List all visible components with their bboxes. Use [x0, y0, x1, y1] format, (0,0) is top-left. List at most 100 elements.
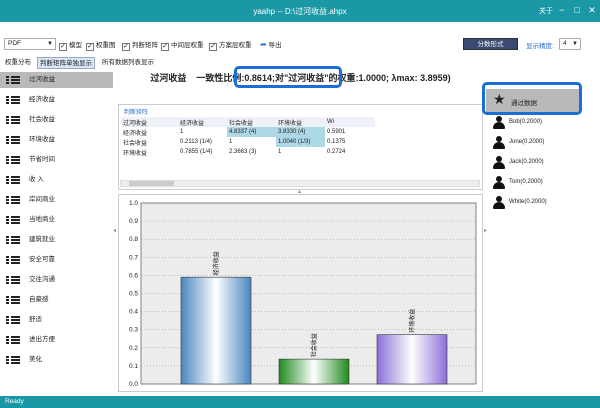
- tab-judgment-matrix-separate[interactable]: 判断矩阵单独显示: [37, 57, 95, 69]
- table-cell: 1: [227, 137, 276, 147]
- y-tick-label: 0.7: [129, 254, 138, 261]
- y-tick-label: 0.3: [129, 327, 138, 334]
- expert-item[interactable]: Bob(0.2000): [493, 115, 589, 131]
- list-icon: [6, 296, 20, 304]
- lambda-text: λmax:: [391, 73, 418, 83]
- format-select[interactable]: PDF ▼: [4, 38, 56, 50]
- list-icon: [6, 276, 20, 284]
- list-icon: [6, 216, 20, 224]
- checkbox-weight-chart[interactable]: ✓ 权重图: [86, 39, 116, 51]
- matrix-horizontal-scrollbar[interactable]: [120, 180, 480, 187]
- nav-item[interactable]: 安全可靠: [0, 252, 113, 268]
- bar: [180, 276, 252, 385]
- checkbox-label: 方案层权重: [219, 42, 252, 49]
- list-icon: [6, 316, 20, 324]
- matrix-title: 判断矩阵: [124, 110, 149, 116]
- nav-item-label: 自豪感: [29, 296, 49, 303]
- table-header-cell: 经济收益: [178, 117, 227, 127]
- expert-item[interactable]: White(0.2000): [493, 195, 589, 211]
- bar-label: 环境收益: [408, 309, 416, 333]
- y-tick-label: 0.8: [129, 236, 138, 243]
- table-cell-editable[interactable]: 3.8330 (4): [276, 127, 325, 137]
- table-cell: 0.5901: [325, 127, 375, 137]
- person-icon-body: [493, 162, 505, 169]
- list-icon: [6, 176, 20, 184]
- nav-item-label: 岸间商业: [29, 196, 55, 203]
- list-icon: [6, 196, 20, 204]
- close-button[interactable]: ✕: [586, 4, 598, 16]
- nav-item[interactable]: 社会收益: [0, 112, 113, 128]
- checkbox-judgment-matrix[interactable]: ✓ 判断矩阵: [122, 39, 158, 51]
- list-icon: [6, 236, 20, 244]
- person-icon-body: [493, 182, 505, 189]
- chevron-down-icon: ▼: [47, 41, 53, 47]
- window-title: yaahp -- D:\过河收益.ahpx: [253, 7, 347, 16]
- expert-label: Bob(0.2000): [509, 119, 543, 125]
- nav-item-label: 进出方便: [29, 336, 55, 343]
- nav-item[interactable]: 舒适: [0, 312, 113, 328]
- list-icon: [6, 96, 20, 104]
- status-bar: Ready: [0, 396, 600, 408]
- export-button[interactable]: ➦ 导出: [260, 39, 282, 49]
- checkbox-middle-weights[interactable]: ✓ 中间层权重: [161, 39, 204, 51]
- scrollbar-thumb[interactable]: [129, 181, 174, 186]
- expert-label: White(0.2000): [509, 199, 547, 205]
- nav-item[interactable]: 岸间商业: [0, 192, 113, 208]
- nav-item[interactable]: 美化: [0, 352, 113, 368]
- table-cell-editable[interactable]: 1.0040 (1/3): [276, 137, 325, 147]
- y-tick-label: 1.0: [129, 200, 138, 207]
- about-menu[interactable]: 关于: [539, 6, 553, 16]
- precision-value: 4: [563, 40, 567, 47]
- nav-item[interactable]: 自豪感: [0, 292, 113, 308]
- precision-label: 显示精度:: [526, 43, 554, 50]
- expert-item[interactable]: Jack(0.2000): [493, 155, 589, 171]
- table-header-row: 过河收益 经济收益 社会收益 环境收益 Wi: [121, 117, 375, 127]
- title-bar: yaahp -- D:\过河收益.ahpx 关于 − □ ✕: [0, 0, 600, 22]
- chevron-down-icon: ▼: [572, 41, 578, 47]
- table-cell: 1: [178, 127, 227, 137]
- checkbox-icon: ✓: [59, 43, 67, 51]
- expert-label: Jone(0.2000): [509, 139, 545, 145]
- nav-item-label: 美化: [29, 356, 42, 363]
- list-icon: [6, 336, 20, 344]
- checkbox-label: 判断矩阵: [132, 42, 158, 49]
- tab-all-data-list[interactable]: 所有数据列表显示: [100, 57, 156, 69]
- nav-item[interactable]: 过河收益: [0, 72, 113, 88]
- expert-item[interactable]: Tom(0.2000): [493, 175, 589, 191]
- precision-select[interactable]: 4 ▼: [559, 38, 581, 50]
- score-form-button[interactable]: 分数形式: [463, 38, 518, 50]
- maximize-button[interactable]: □: [571, 4, 583, 16]
- nav-item[interactable]: 进出方便: [0, 332, 113, 348]
- table-cell: 社会收益: [121, 137, 178, 147]
- table-cell: 0.2724: [325, 147, 375, 157]
- headline-node: 过河收益: [150, 73, 187, 83]
- nav-item[interactable]: 收 入: [0, 172, 113, 188]
- checkbox-scheme-weights[interactable]: ✓ 方案层权重: [209, 39, 252, 51]
- table-cell-editable[interactable]: 4.8337 (4): [227, 127, 276, 137]
- nav-item[interactable]: 交往沟通: [0, 272, 113, 288]
- minimize-button[interactable]: −: [556, 4, 568, 16]
- nav-item[interactable]: 建筑就业: [0, 232, 113, 248]
- expert-item[interactable]: Jone(0.2000): [493, 135, 589, 151]
- table-cell: 0.7855 (1/4): [178, 147, 227, 157]
- tab-weight-distribution[interactable]: 权重分布: [3, 57, 33, 69]
- person-icon-body: [493, 142, 505, 149]
- export-label: 导出: [268, 42, 282, 49]
- nav-item-label: 节省时间: [29, 156, 55, 163]
- table-cell: 经济收益: [121, 127, 178, 137]
- person-icon-body: [493, 202, 505, 209]
- nav-item[interactable]: 环境收益: [0, 132, 113, 148]
- checkbox-model[interactable]: ✓ 模型: [59, 39, 82, 51]
- y-tick-label: 0.5: [129, 291, 138, 298]
- nav-item-label: 社会收益: [29, 116, 55, 123]
- table-header-cell: 过河收益: [121, 117, 178, 127]
- collapse-left-icon[interactable]: ◂: [113, 227, 116, 234]
- judgment-matrix-table: 过河收益 经济收益 社会收益 环境收益 Wi 经济收益 1 4.8337 (4)…: [121, 117, 375, 157]
- nav-item[interactable]: 经济收益: [0, 92, 113, 108]
- table-cell: 2.3663 (3): [227, 147, 276, 157]
- weight-chart-panel: 0.0 0.1 0.2 0.3 0.4 0.5 0.6 0.7 0.8 0.9 1.0 经济收益 社会收…: [118, 194, 483, 392]
- table-header-cell: 社会收益: [227, 117, 276, 127]
- nav-item[interactable]: 当地商业: [0, 212, 113, 228]
- format-value: PDF: [8, 40, 21, 47]
- nav-item[interactable]: 节省时间: [0, 152, 113, 168]
